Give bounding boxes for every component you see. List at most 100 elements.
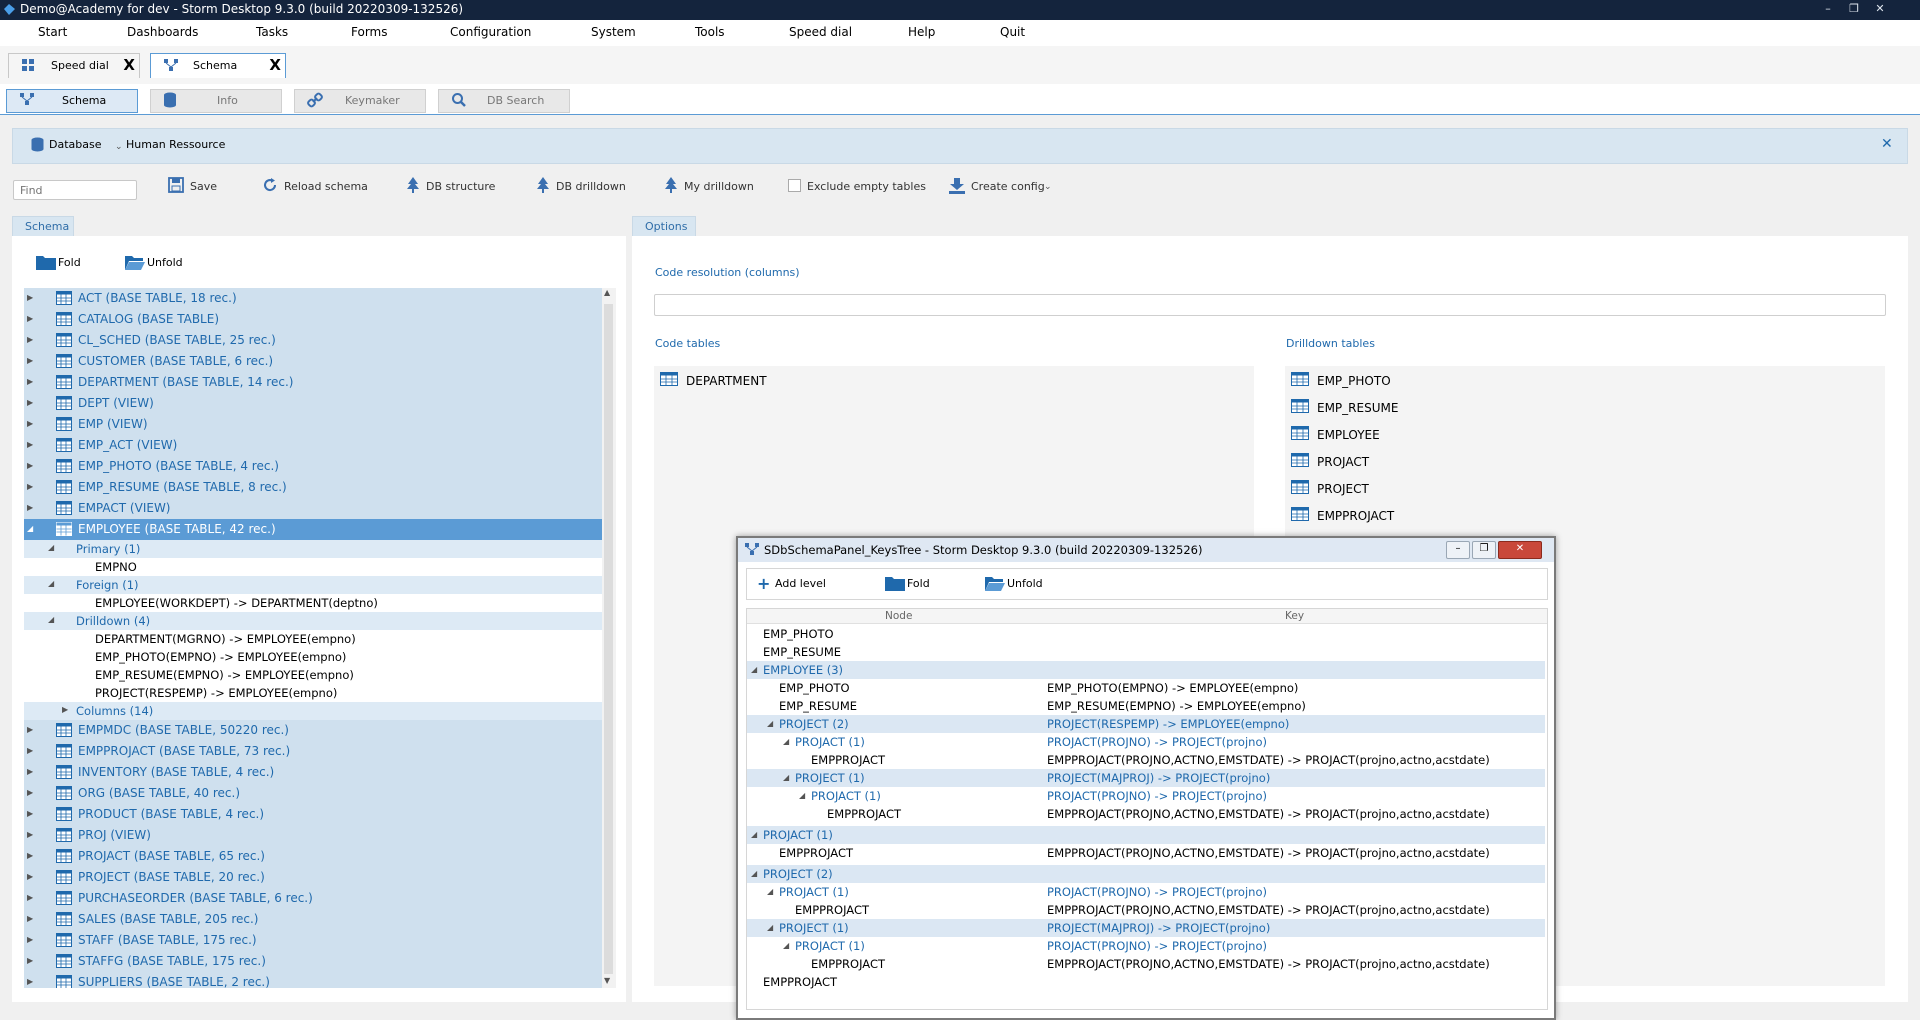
expanded-arrow-icon[interactable]: ◢ (48, 543, 54, 552)
expanded-arrow-icon[interactable]: ◢ (48, 579, 54, 588)
scrollbar-thumb[interactable] (604, 304, 613, 974)
tree-row-table[interactable]: ▶ EMP_ACT (VIEW) (24, 435, 610, 456)
tree-row-table[interactable]: ▶ SUPPLIERS (BASE TABLE, 2 rec.) (24, 972, 610, 988)
menu-tasks[interactable]: Tasks (256, 25, 288, 39)
keys-window-title-bar[interactable]: SDbSchemaPanel_KeysTree - Storm Desktop … (738, 538, 1554, 562)
collapsed-arrow-icon[interactable]: ▶ (27, 893, 33, 902)
tree-row-table[interactable]: ▶ CL_SCHED (BASE TABLE, 25 rec.) (24, 330, 610, 351)
column-header-node[interactable]: Node (885, 610, 912, 622)
collapsed-arrow-icon[interactable]: ▶ (27, 419, 33, 428)
tree-row-table[interactable]: ▶ CUSTOMER (BASE TABLE, 6 rec.) (24, 351, 610, 372)
tree-row-table[interactable]: ▶ EMP (VIEW) (24, 414, 610, 435)
keys-row[interactable]: ◢ PROJACT (1) PROJACT(PROJNO) -> PROJECT(p… (747, 883, 1545, 901)
keys-row[interactable]: ◢ PROJECT (2) PROJECT(RESPEMP) -> EMPLOYEE… (747, 715, 1545, 733)
minimize-button[interactable]: – (1446, 541, 1470, 559)
tree-group-drilldown[interactable]: ◢ Drilldown (4) (24, 612, 610, 630)
collapsed-arrow-icon[interactable]: ▶ (27, 461, 33, 470)
collapsed-arrow-icon[interactable]: ▶ (27, 914, 33, 923)
collapsed-arrow-icon[interactable]: ▶ (27, 809, 33, 818)
keys-row[interactable]: ◢ PROJECT (1) PROJECT(MAJPROJ) -> PROJECT(… (747, 919, 1545, 937)
tree-item-primary-key[interactable]: EMPNO (24, 558, 610, 576)
close-icon[interactable]: ✕ (1881, 136, 1893, 152)
keys-row[interactable]: EMPPROJACT EMPPROJACT(PROJNO,ACTNO,EMSTDA… (747, 751, 1545, 769)
tree-row-table[interactable]: ▶ ACT (BASE TABLE, 18 rec.) (24, 288, 610, 309)
minimize-button[interactable]: – (1818, 1, 1838, 17)
doc-tab-speed-dial[interactable]: Speed dial X (8, 53, 140, 78)
column-header-key[interactable]: Key (1285, 610, 1304, 622)
keys-row[interactable]: ◢ PROJACT (1) PROJACT(PROJNO) -> PROJECT(p… (747, 733, 1545, 751)
tree-row-employee[interactable]: ◢ EMPLOYEE (BASE TABLE, 42 rec.) (24, 519, 610, 540)
menu-system[interactable]: System (591, 25, 636, 39)
menu-start[interactable]: Start (38, 25, 67, 39)
close-window-button[interactable]: ✕ (1870, 1, 1890, 17)
collapsed-arrow-icon[interactable]: ▶ (27, 398, 33, 407)
collapsed-arrow-icon[interactable]: ▶ (27, 788, 33, 797)
collapsed-arrow-icon[interactable]: ▶ (27, 335, 33, 344)
expanded-arrow-icon[interactable]: ◢ (783, 737, 789, 746)
keys-row[interactable]: ◢ PROJECT (2) (747, 865, 1545, 883)
keys-row[interactable]: ◢ PROJECT (1) PROJECT(MAJPROJ) -> PROJECT(… (747, 769, 1545, 787)
keys-row[interactable]: ◢ PROJACT (1) (747, 826, 1545, 844)
close-window-button[interactable]: ✕ (1498, 541, 1542, 559)
menu-configuration[interactable]: Configuration (450, 25, 531, 39)
tree-row-table[interactable]: ▶ CATALOG (BASE TABLE) (24, 309, 610, 330)
checkbox[interactable] (788, 179, 801, 192)
keys-row[interactable]: EMP_RESUME (747, 643, 1545, 661)
expanded-arrow-icon[interactable]: ◢ (751, 665, 757, 674)
tree-item-drilldown-key[interactable]: PROJECT(RESPEMP) -> EMPLOYEE(empno) (24, 684, 610, 702)
expanded-arrow-icon[interactable]: ◢ (767, 887, 773, 896)
menu-forms[interactable]: Forms (351, 25, 387, 39)
collapsed-arrow-icon[interactable]: ▶ (27, 935, 33, 944)
menu-help[interactable]: Help (908, 25, 935, 39)
collapsed-arrow-icon[interactable]: ▶ (27, 956, 33, 965)
collapsed-arrow-icon[interactable]: ▶ (27, 872, 33, 881)
tree-row-table[interactable]: ▶ DEPARTMENT (BASE TABLE, 14 rec.) (24, 372, 610, 393)
keys-row[interactable]: EMPPROJACT EMPPROJACT(PROJNO,ACTNO,EMSTDA… (747, 805, 1545, 823)
keys-row[interactable]: EMP_PHOTO (747, 625, 1545, 643)
scroll-up-arrow-icon[interactable]: ▲ (604, 288, 610, 297)
tree-row-table[interactable]: ▶ EMPMDC (BASE TABLE, 50220 rec.) (24, 720, 610, 741)
collapsed-arrow-icon[interactable]: ▶ (62, 705, 68, 714)
find-input[interactable] (13, 180, 137, 200)
expanded-arrow-icon[interactable]: ◢ (751, 830, 757, 839)
chevron-down-icon[interactable]: ⌄ (1044, 182, 1052, 192)
tree-row-table[interactable]: ▶ PROJACT (BASE TABLE, 65 rec.) (24, 846, 610, 867)
tab-schema[interactable]: Schema (6, 89, 138, 113)
tree-row-table[interactable]: ▶ EMPPROJACT (BASE TABLE, 73 rec.) (24, 741, 610, 762)
tree-row-table[interactable]: ▶ PURCHASEORDER (BASE TABLE, 6 rec.) (24, 888, 610, 909)
expanded-arrow-icon[interactable]: ◢ (767, 923, 773, 932)
tree-item-foreign-key[interactable]: EMPLOYEE(WORKDEPT) -> DEPARTMENT(deptno) (24, 594, 610, 612)
keys-row[interactable]: EMPPROJACT (747, 973, 1545, 991)
code-resolution-input[interactable] (654, 294, 1886, 316)
tree-row-table[interactable]: ▶ SALES (BASE TABLE, 205 rec.) (24, 909, 610, 930)
tree-row-table[interactable]: ▶ STAFFG (BASE TABLE, 175 rec.) (24, 951, 610, 972)
tab-info[interactable]: Info (150, 89, 282, 113)
tab-db-search[interactable]: DB Search (438, 89, 570, 113)
expanded-arrow-icon[interactable]: ◢ (27, 524, 33, 533)
collapsed-arrow-icon[interactable]: ▶ (27, 440, 33, 449)
tree-row-table[interactable]: ▶ EMP_RESUME (BASE TABLE, 8 rec.) (24, 477, 610, 498)
expanded-arrow-icon[interactable]: ◢ (783, 941, 789, 950)
close-tab-icon[interactable]: X (123, 56, 135, 74)
keys-row[interactable]: EMPPROJACT EMPPROJACT(PROJNO,ACTNO,EMSTDA… (747, 844, 1545, 862)
tree-group-columns[interactable]: ▶ Columns (14) (24, 702, 610, 720)
keys-row[interactable]: EMPPROJACT EMPPROJACT(PROJNO,ACTNO,EMSTDA… (747, 955, 1545, 973)
keys-row[interactable]: ◢ PROJACT (1) PROJACT(PROJNO) -> PROJECT(p… (747, 787, 1545, 805)
collapsed-arrow-icon[interactable]: ▶ (27, 503, 33, 512)
maximize-button[interactable]: ❐ (1472, 541, 1496, 559)
doc-tab-schema[interactable]: Schema X (150, 53, 286, 78)
tree-item-drilldown-key[interactable]: DEPARTMENT(MGRNO) -> EMPLOYEE(empno) (24, 630, 610, 648)
collapsed-arrow-icon[interactable]: ▶ (27, 977, 33, 986)
tree-group-foreign[interactable]: ◢ Foreign (1) (24, 576, 610, 594)
tree-row-table[interactable]: ▶ EMPACT (VIEW) (24, 498, 610, 519)
menu-dashboards[interactable]: Dashboards (127, 25, 198, 39)
tree-group-primary[interactable]: ◢ Primary (1) (24, 540, 610, 558)
tree-item-drilldown-key[interactable]: EMP_PHOTO(EMPNO) -> EMPLOYEE(empno) (24, 648, 610, 666)
expanded-arrow-icon[interactable]: ◢ (799, 791, 805, 800)
vertical-scrollbar[interactable]: ▲ ▼ (602, 288, 616, 988)
keys-row[interactable]: ◢ PROJACT (1) PROJACT(PROJNO) -> PROJECT(p… (747, 937, 1545, 955)
scroll-down-arrow-icon[interactable]: ▼ (604, 976, 610, 985)
tree-row-table[interactable]: ▶ STAFF (BASE TABLE, 175 rec.) (24, 930, 610, 951)
collapsed-arrow-icon[interactable]: ▶ (27, 377, 33, 386)
tree-item-drilldown-key[interactable]: EMP_RESUME(EMPNO) -> EMPLOYEE(empno) (24, 666, 610, 684)
